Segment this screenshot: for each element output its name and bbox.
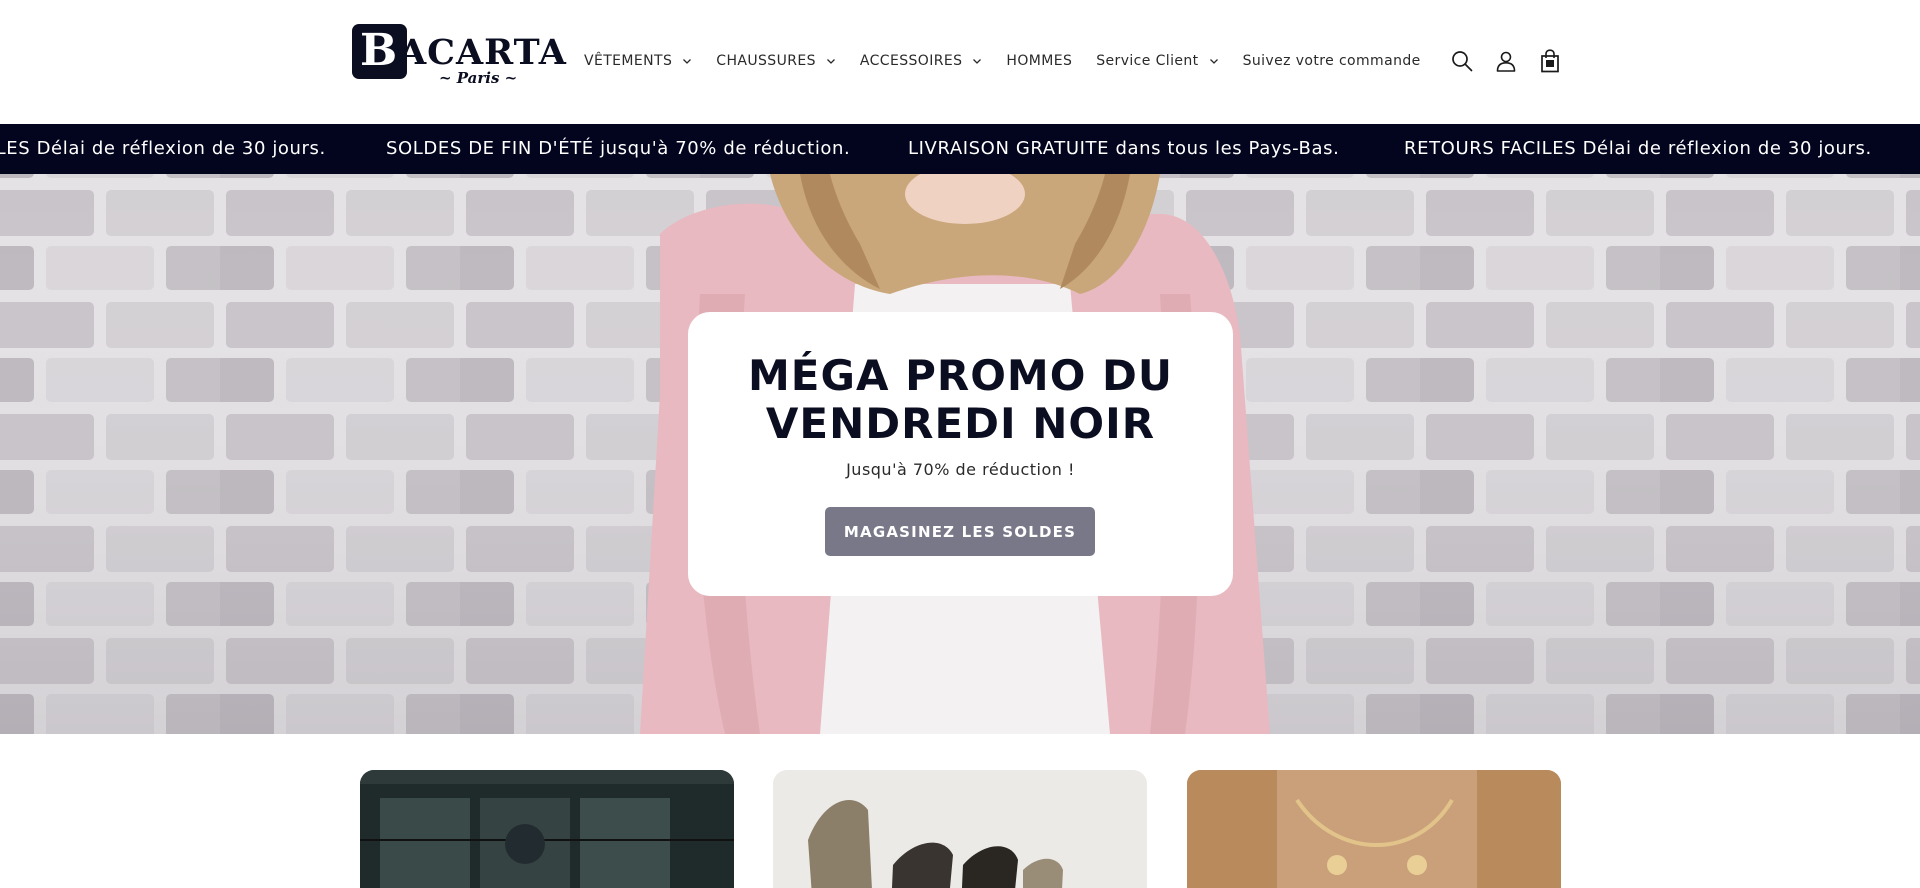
nav-label: VÊTEMENTS [584, 53, 673, 69]
bacarta-logo[interactable]: B ACARTA ~ Paris ~ [352, 23, 566, 89]
header-icons [1448, 47, 1580, 75]
logo-subtitle: ~ Paris ~ [439, 69, 518, 87]
announcement-item: RETOURS FACILES Délai de réflexion de 30… [1404, 138, 1872, 159]
shoes-card[interactable] [773, 770, 1147, 888]
nav-label: Suivez votre commande [1242, 53, 1421, 69]
search-icon[interactable] [1448, 47, 1476, 75]
promo-card: MÉGA PROMO DU VENDREDI NOIR Jusqu'à 70% … [688, 312, 1233, 596]
shop-sale-button[interactable]: MAGASINEZ LES SOLDES [825, 507, 1095, 556]
promo-title-line2: VENDREDI NOIR [765, 399, 1156, 448]
logo-initial: B [360, 25, 398, 76]
nav-item-service-client[interactable]: Service Client [1096, 48, 1218, 74]
promo-title-line1: MÉGA PROMO DU [747, 351, 1173, 400]
nav-label: ACCESSOIRES [859, 53, 963, 69]
announcement-item: SOLDES DE FIN D'ÉTÉ jusqu'à 70% de réduc… [386, 138, 851, 159]
clothing-card-image [360, 770, 734, 888]
nav-item-track-order[interactable]: Suivez votre commande [1243, 48, 1421, 74]
account-icon[interactable] [1492, 47, 1520, 75]
clothing-card[interactable] [360, 770, 734, 888]
nav-item-vetements[interactable]: VÊTEMENTS [584, 48, 692, 74]
accessories-card[interactable] [1187, 770, 1561, 888]
announcement-item: RETOURS FACILES Délai de réflexion de 30… [0, 138, 326, 159]
nav-item-hommes[interactable]: HOMMES [1006, 48, 1072, 74]
announcement-bar: RETOURS FACILES Délai de réflexion de 30… [0, 124, 1920, 174]
shoes-card-image [773, 770, 1147, 888]
nav-label: HOMMES [1006, 53, 1073, 69]
promo-subtitle: Jusqu'à 70% de réduction ! [846, 460, 1075, 479]
cart-icon[interactable] [1536, 47, 1564, 75]
chevron-down-icon [682, 56, 692, 66]
site-header: B ACARTA ~ Paris ~ VÊTEMENTS CHAUSSURES … [0, 0, 1920, 124]
chevron-down-icon [972, 56, 982, 66]
announcement-item: LIVRAISON GRATUITE dans tous les Pays-Ba… [908, 138, 1340, 159]
nav-label: CHAUSSURES [716, 53, 816, 69]
hero-banner: MÉGA PROMO DU VENDREDI NOIR Jusqu'à 70% … [0, 174, 1920, 734]
nav-label: Service Client [1096, 53, 1199, 69]
category-cards [0, 734, 1920, 888]
nav-item-accessoires[interactable]: ACCESSOIRES [860, 48, 983, 74]
accessories-card-image [1187, 770, 1561, 888]
chevron-down-icon [1209, 56, 1219, 66]
nav-item-chaussures[interactable]: CHAUSSURES [716, 48, 836, 74]
main-nav: VÊTEMENTS CHAUSSURES ACCESSOIRES HOMMES … [584, 48, 1445, 74]
promo-title: MÉGA PROMO DU VENDREDI NOIR [688, 352, 1233, 448]
logo-wordmark: ACARTA [399, 32, 567, 73]
chevron-down-icon [826, 56, 836, 66]
